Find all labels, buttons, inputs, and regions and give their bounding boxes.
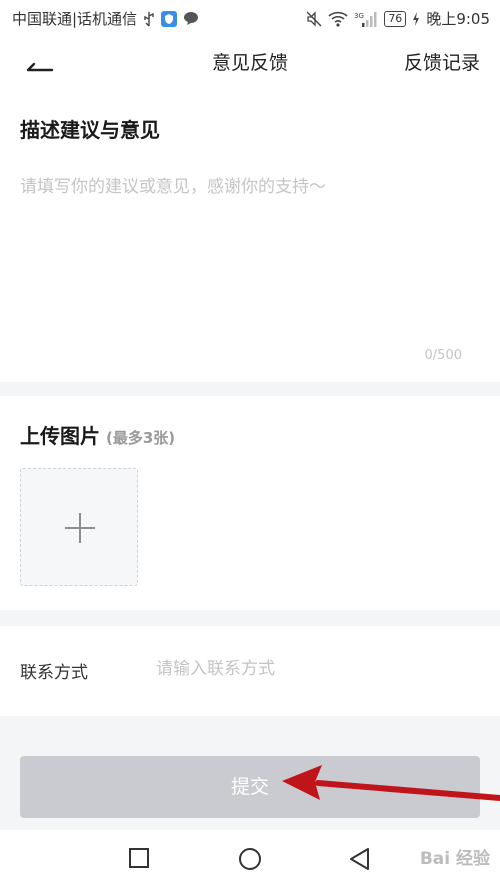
submit-area: 提交 xyxy=(0,716,500,830)
char-counter: 0/500 xyxy=(424,348,462,363)
system-nav-bar: Bai 经验 xyxy=(0,830,500,889)
feedback-description-section: 描述建议与意见 0/500 xyxy=(0,88,500,382)
charging-icon xyxy=(412,11,420,26)
contact-label: 联系方式 xyxy=(20,663,88,683)
feedback-textarea[interactable] xyxy=(20,172,480,342)
square-icon xyxy=(129,848,149,868)
image-upload-section: 上传图片 (最多3张) xyxy=(0,396,500,610)
status-bar: 中国联通|话机通信 3G 76 晚上9:05 xyxy=(0,0,500,34)
contact-input[interactable] xyxy=(156,654,476,684)
usb-icon xyxy=(143,11,155,27)
network-type-label: 3G xyxy=(354,12,364,20)
watermark: Bai 经验 xyxy=(419,849,490,869)
feedback-records-link[interactable]: 反馈记录 xyxy=(404,48,480,75)
upload-heading-row: 上传图片 (最多3张) xyxy=(20,420,175,449)
circle-icon xyxy=(239,848,261,870)
submit-button[interactable]: 提交 xyxy=(20,756,480,818)
recent-apps-button[interactable] xyxy=(128,847,150,873)
carrier-label: 中国联通|话机通信 xyxy=(12,10,138,28)
add-image-button[interactable] xyxy=(20,468,138,586)
signal-icon: 3G xyxy=(354,11,378,27)
section-divider xyxy=(0,610,500,626)
mute-icon xyxy=(306,10,322,27)
section-divider xyxy=(0,382,500,396)
clock-label: 晚上9:05 xyxy=(426,10,490,28)
battery-indicator: 76 xyxy=(384,10,407,27)
home-button[interactable] xyxy=(238,847,262,875)
message-bubble-icon xyxy=(183,11,199,26)
back-nav-button[interactable] xyxy=(348,847,370,875)
title-bar: 意见反馈 反馈记录 xyxy=(0,34,500,88)
description-heading: 描述建议与意见 xyxy=(20,118,160,142)
upload-heading: 上传图片 xyxy=(20,424,100,448)
upload-limit-hint: (最多3张) xyxy=(106,429,176,447)
shield-app-icon xyxy=(161,10,178,27)
wifi-icon xyxy=(328,11,348,27)
contact-section: 联系方式 xyxy=(0,626,500,716)
triangle-back-icon xyxy=(350,848,369,870)
